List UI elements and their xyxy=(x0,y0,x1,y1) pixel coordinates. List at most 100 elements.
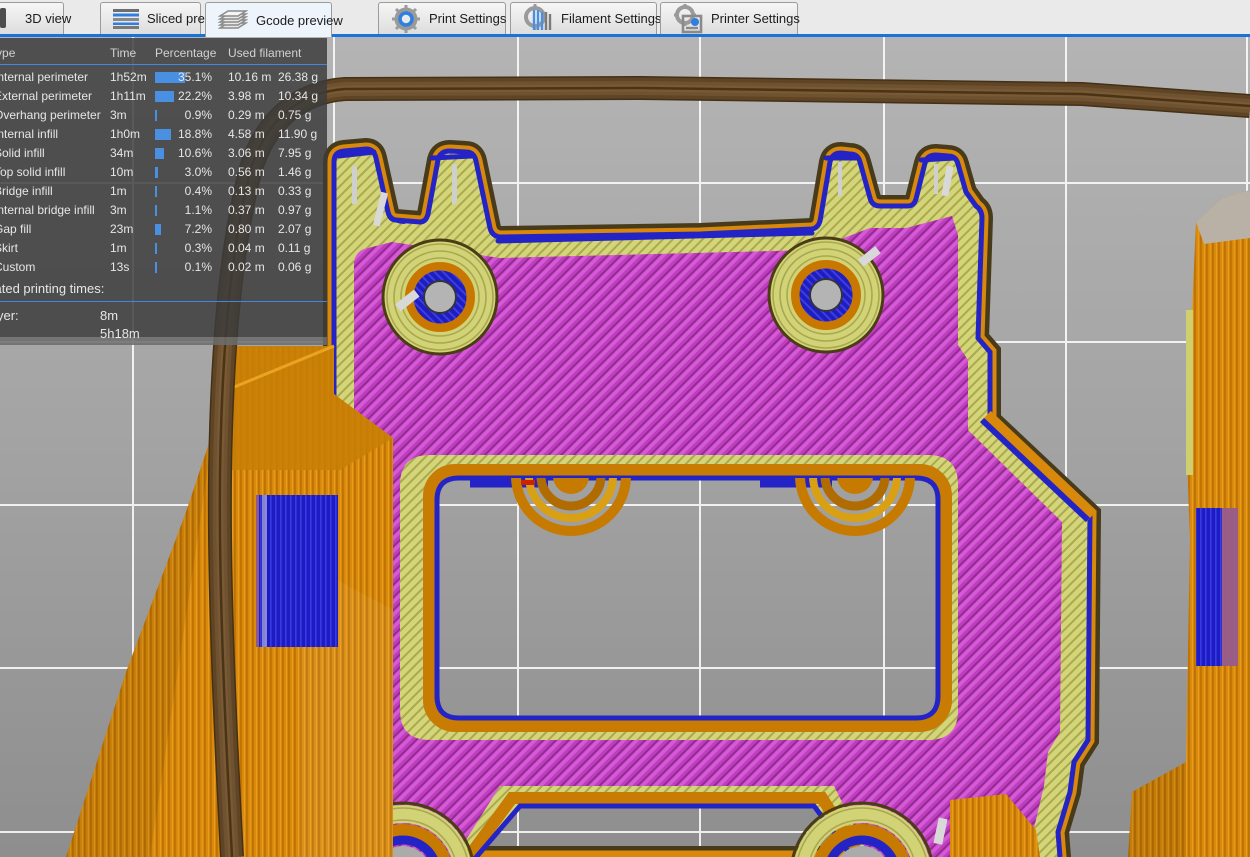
legend-header-used-filament: Used filament xyxy=(228,46,302,60)
legend-rows: Internal perimeter 1h52m 35.1% 10.16 m 26.38… xyxy=(0,68,327,277)
legend-row: Internal perimeter 1h52m 35.1% 10.16 m 26.38… xyxy=(0,68,327,87)
feature-time: 1h11m xyxy=(110,89,146,103)
percentage-bar xyxy=(155,110,157,121)
legend-row: Internal infill 1h0m 18.8% 4.58 m 11.90 g xyxy=(0,125,327,144)
percentage-bar xyxy=(155,167,158,178)
feature-percentage: 18.8% xyxy=(177,127,212,141)
feature-name: Internal bridge infill xyxy=(0,203,95,217)
legend-row: Custom 13s 0.1% 0.02 m 0.06 g xyxy=(0,258,327,277)
scallop-red-mark xyxy=(521,480,535,485)
estimated-times-title: Estimated printing times: xyxy=(0,281,105,296)
feature-percentage: 7.2% xyxy=(184,222,212,236)
filament-weight: 0.11 g xyxy=(278,241,311,255)
feature-percentage: 1.1% xyxy=(184,203,212,217)
filament-weight: 0.06 g xyxy=(278,260,312,274)
cube-icon xyxy=(0,8,6,28)
filament-weight: 7.95 g xyxy=(278,146,312,160)
filament-weight: 11.90 g xyxy=(278,127,318,141)
feature-percentage: 10.6% xyxy=(177,146,212,160)
tab-sliced-preview[interactable]: Sliced preview xyxy=(100,2,231,34)
feature-name: Top solid infill xyxy=(0,165,66,179)
feature-name: Bridge infill xyxy=(0,184,53,198)
feature-name: Overhang perimeter xyxy=(0,108,101,122)
tab-label: Gcode preview xyxy=(256,12,343,28)
legend-row: Bridge infill 1m 0.4% 0.13 m 0.33 g xyxy=(0,182,327,201)
filament-length: 0.04 m xyxy=(228,241,265,255)
filament-gear-icon xyxy=(523,3,553,34)
feature-percentage: 35.1% xyxy=(177,70,212,84)
filament-length: 10.16 m xyxy=(228,70,272,84)
feature-time: 1m xyxy=(110,241,127,255)
feature-name: External perimeter xyxy=(0,89,93,103)
filament-length: 0.80 m xyxy=(228,222,265,236)
legend-row: Solid infill 34m 10.6% 3.06 m 7.95 g xyxy=(0,144,327,163)
tab-label: Filament Settings xyxy=(561,11,662,26)
layers-stack-icon xyxy=(113,8,139,29)
feature-time: 10m xyxy=(110,165,134,179)
percentage-bar xyxy=(155,262,157,273)
slicer-window: { "tabbar": { "accent_color": "#1a73d9",… xyxy=(0,0,1250,857)
feature-name: Gap fill xyxy=(0,222,32,236)
feature-time: 3m xyxy=(110,108,127,122)
filament-length: 4.58 m xyxy=(228,127,265,141)
feature-name: Internal infill xyxy=(0,127,59,141)
printer-gear-icon xyxy=(673,3,703,34)
tab-label: 3D view xyxy=(25,11,72,26)
legend-header-feature: Feature type xyxy=(0,46,16,60)
feature-time: 3m xyxy=(110,203,127,217)
tab-print-settings[interactable]: Print Settings xyxy=(378,2,506,34)
legend-header-separator xyxy=(0,64,327,65)
filament-length: 0.13 m xyxy=(228,184,265,198)
filament-length: 0.56 m xyxy=(228,165,265,179)
tab-label: Printer Settings xyxy=(711,11,800,26)
legend-row: Top solid infill 10m 3.0% 0.56 m 1.46 g xyxy=(0,163,327,182)
feature-name: Skirt xyxy=(0,241,18,255)
filament-weight: 26.38 g xyxy=(278,70,319,84)
legend-row: Gap fill 23m 7.2% 0.80 m 2.07 g xyxy=(0,220,327,239)
legend-row: Internal bridge infill 3m 1.1% 0.37 m 0.97 g xyxy=(0,201,327,220)
filament-length: 0.37 m xyxy=(228,203,265,217)
feature-percentage: 0.3% xyxy=(184,241,212,255)
feature-percentage: 0.4% xyxy=(184,184,212,198)
filament-weight: 10.34 g xyxy=(278,89,319,103)
gcode-layers-icon xyxy=(217,9,249,31)
legend-row: Skirt 1m 0.3% 0.04 m 0.11 g xyxy=(0,239,327,258)
legend-row: External perimeter 1h11m 22.2% 3.98 m 10.34 … xyxy=(0,87,327,106)
tab-3d-view[interactable]: 3D view xyxy=(0,2,71,34)
feature-name: Solid infill xyxy=(0,146,45,160)
gcode-legend-panel: Feature type Time Percentage Used filame… xyxy=(0,38,327,345)
estimated-times-separator xyxy=(0,301,327,302)
tab-bar: 3D view Sliced preview Gcode preview Pri… xyxy=(0,0,1250,37)
filament-length: 0.02 m xyxy=(228,260,265,274)
tab-label: Print Settings xyxy=(429,11,507,26)
filament-weight: 2.07 g xyxy=(278,222,312,236)
feature-time: 23m xyxy=(110,222,134,236)
legend-header-percentage: Percentage xyxy=(155,46,217,60)
tab-filament-settings[interactable]: Filament Settings xyxy=(510,2,661,34)
percentage-bar xyxy=(155,129,171,140)
feature-percentage: 22.2% xyxy=(177,89,212,103)
total-time-value: 5h18m xyxy=(100,326,140,341)
percentage-bar xyxy=(155,224,162,235)
filament-weight: 0.33 g xyxy=(278,184,312,198)
feature-time: 1h52m xyxy=(110,70,147,84)
filament-length: 3.06 m xyxy=(228,146,265,160)
feature-time: 13s xyxy=(110,260,130,274)
legend-row: Overhang perimeter 3m 0.9% 0.29 m 0.75 g xyxy=(0,106,327,125)
first-layer-label: First layer: xyxy=(0,308,19,323)
filament-weight: 0.75 g xyxy=(278,108,312,122)
screw-hole-left xyxy=(381,238,499,356)
feature-time: 34m xyxy=(110,146,134,160)
feature-time: 1m xyxy=(110,184,127,198)
first-layer-value: 8m xyxy=(100,308,119,323)
percentage-bar xyxy=(155,148,164,159)
percentage-bar xyxy=(155,186,157,197)
filament-length: 0.29 m xyxy=(228,108,265,122)
feature-percentage: 0.1% xyxy=(184,260,212,274)
tab-gcode-preview[interactable]: Gcode preview xyxy=(205,2,343,37)
tab-printer-settings[interactable]: Printer Settings xyxy=(660,2,800,34)
feature-time: 1h0m xyxy=(110,127,141,141)
feature-name: Internal perimeter xyxy=(0,70,89,84)
legend-header-time: Time xyxy=(110,46,137,60)
feature-percentage: 3.0% xyxy=(184,165,212,179)
